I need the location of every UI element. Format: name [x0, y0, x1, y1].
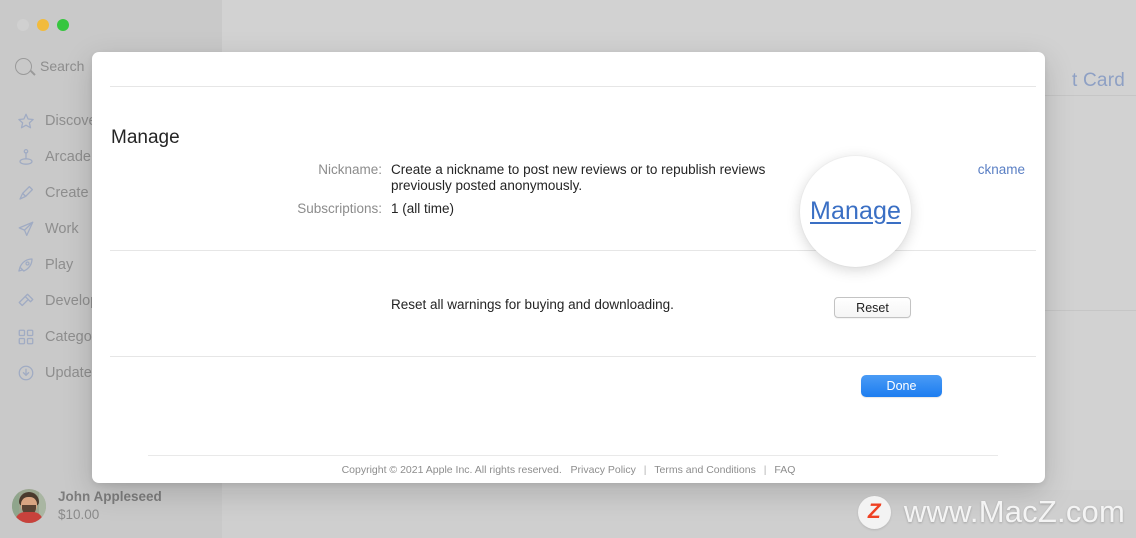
search-placeholder: Search: [40, 58, 85, 74]
sheet-divider-top: [110, 86, 1036, 87]
search-icon: [15, 57, 32, 75]
copyright-text: Copyright © 2021 Apple Inc. All rights r…: [341, 464, 562, 476]
download-icon: [17, 364, 35, 382]
manage-link[interactable]: Manage: [810, 197, 901, 226]
account-block[interactable]: John Appleseed $10.00: [12, 488, 212, 524]
nickname-row: Nickname: Create a nickname to post new …: [202, 162, 774, 194]
reset-warnings-description: Reset all warnings for buying and downlo…: [391, 297, 674, 312]
maximize-button[interactable]: [57, 19, 69, 31]
sheet-divider-middle: [110, 250, 1036, 251]
sidebar-item-label: Create: [45, 185, 89, 201]
redeem-gift-card-link[interactable]: t Card: [1072, 70, 1125, 92]
paintbrush-icon: [17, 184, 35, 202]
macz-logo-icon: Z: [857, 495, 891, 529]
sidebar-item-label: Play: [45, 257, 74, 273]
nickname-description: Create a nickname to post new reviews or…: [391, 162, 766, 193]
sidebar-item-label: Arcade: [45, 149, 91, 165]
hammer-icon: [17, 292, 35, 310]
magnifier-callout: Manage: [800, 156, 911, 267]
page-title: Manage: [111, 127, 180, 148]
reset-button[interactable]: Reset: [834, 297, 911, 318]
watermark: Z www.MacZ.com: [857, 494, 1125, 530]
paper-plane-icon: [17, 220, 35, 238]
star-icon: [17, 112, 35, 130]
account-balance: $10.00: [58, 506, 100, 522]
subscriptions-row: Subscriptions: 1 (all time): [202, 201, 454, 217]
account-name: John Appleseed: [58, 488, 162, 504]
privacy-policy-link[interactable]: Privacy Policy: [571, 464, 636, 476]
faq-link[interactable]: FAQ: [774, 464, 795, 476]
watermark-text: www.MacZ.com: [903, 494, 1125, 529]
joystick-icon: [17, 148, 35, 166]
terms-and-conditions-link[interactable]: Terms and Conditions: [654, 464, 756, 476]
footer-separator: |: [643, 464, 647, 476]
subscriptions-label: Subscriptions:: [297, 201, 382, 216]
screen: t Card Search Discover Arcade Create Wor…: [0, 0, 1136, 538]
window-traffic-lights: [17, 19, 69, 31]
rocket-icon: [17, 256, 35, 274]
sheet-divider-bottom: [110, 356, 1036, 357]
footer-separator: |: [763, 464, 767, 476]
close-button[interactable]: [17, 19, 29, 31]
minimize-button[interactable]: [37, 19, 49, 31]
account-settings-modal: Manage Nickname: Create a nickname to po…: [92, 52, 1045, 483]
sidebar-item-label: Updates: [45, 365, 100, 381]
nickname-label: Nickname:: [318, 162, 382, 177]
create-nickname-link[interactable]: ckname: [978, 162, 1025, 177]
modal-footer: Copyright © 2021 Apple Inc. All rights r…: [92, 464, 1045, 476]
sheet-divider-footer: [148, 455, 998, 456]
sidebar-item-label: Work: [45, 221, 79, 237]
avatar: [12, 488, 46, 523]
subscriptions-value: 1 (all time): [391, 201, 455, 216]
sidebar-item-label: Develop: [45, 293, 99, 309]
done-button[interactable]: Done: [861, 375, 942, 397]
grid-icon: [17, 328, 35, 346]
